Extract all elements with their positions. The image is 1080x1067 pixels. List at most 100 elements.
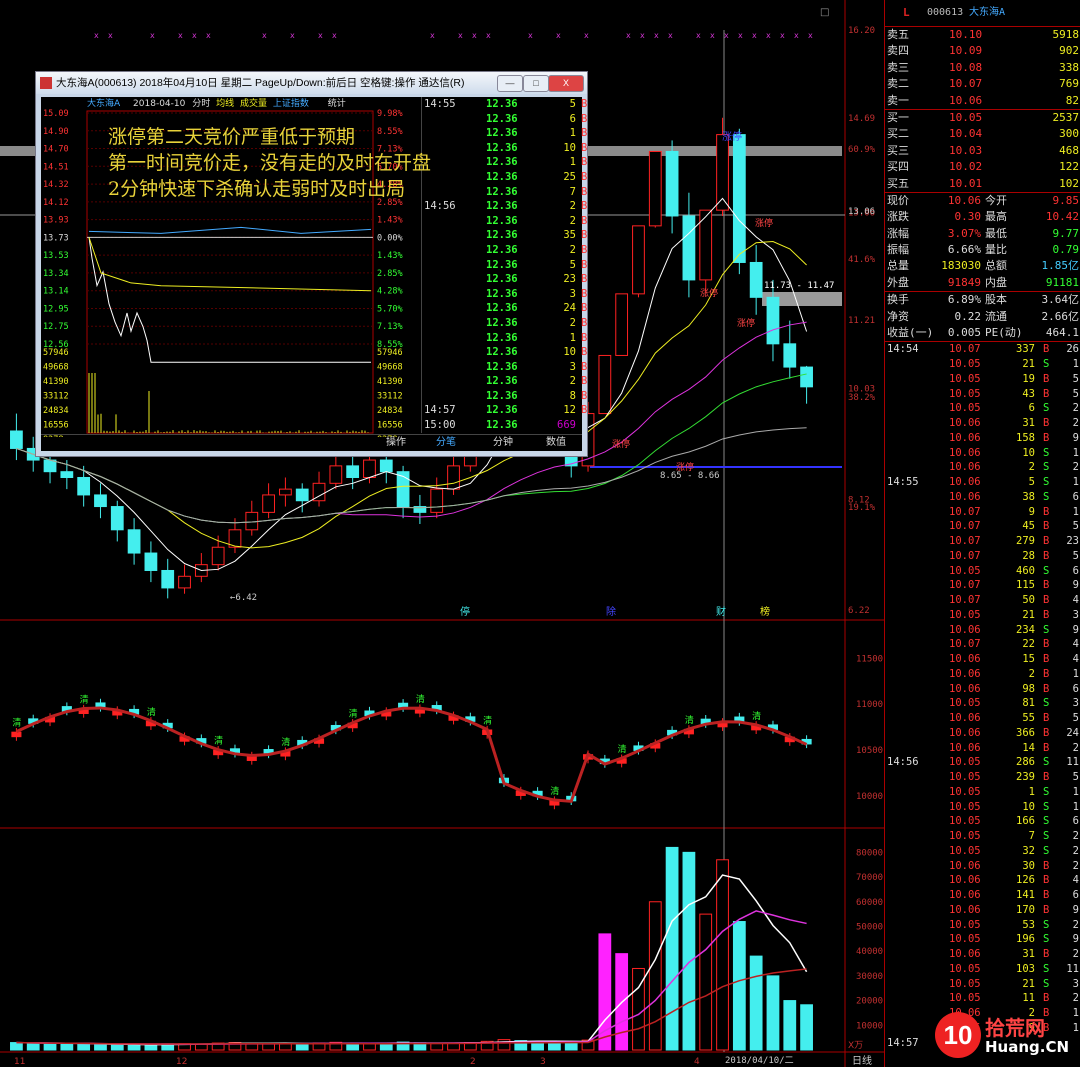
price-axis-label: 11.21 xyxy=(848,316,875,326)
stock-code: 000613 xyxy=(927,0,963,26)
trade-price: 12.36 xyxy=(486,331,518,346)
mini-pct-label: 7.13% xyxy=(377,322,403,332)
tick-count: 9 xyxy=(1073,431,1079,446)
tick-price: 10.05 xyxy=(949,829,981,844)
mini-price-label: 14.32 xyxy=(43,180,69,190)
trade-price: 12.36 xyxy=(486,170,518,185)
ask-label: 卖二 xyxy=(887,76,909,92)
menu-volume[interactable]: 成交量 xyxy=(240,99,267,109)
tick-row: 10.06 98 B 6 xyxy=(885,682,1080,697)
trade-row: 12.36 6 B xyxy=(422,112,583,127)
candle-body xyxy=(448,466,460,489)
trade-side: B xyxy=(581,345,587,360)
event-tag: 财 xyxy=(716,605,726,618)
tick-side: S xyxy=(1043,844,1049,859)
maximize-button[interactable]: □ xyxy=(523,75,549,92)
tick-row: 10.05 239 B 5 xyxy=(885,770,1080,785)
minimize-button[interactable]: — xyxy=(497,75,523,92)
tab-minute[interactable]: 分钟 xyxy=(493,435,513,451)
tick-side: S xyxy=(1043,814,1049,829)
bid-row: 买一 10.05 2537 xyxy=(885,110,1080,126)
marker-glyph: x xyxy=(626,31,631,40)
tab-fenbi[interactable]: 分笔 xyxy=(436,435,456,451)
ratio-axis-label: 41.6% xyxy=(848,255,876,265)
watermark-cn: 拾荒网 xyxy=(985,1012,1045,1041)
marker-glyph: x xyxy=(318,31,323,40)
tick-side: S xyxy=(1043,460,1049,475)
mini-vol-label: 57946 xyxy=(43,348,69,358)
volume-bar xyxy=(44,1044,56,1050)
trade-row: 12.36 2 B xyxy=(422,316,583,331)
stat-row: 振幅 6.66% 量比 0.79 xyxy=(885,242,1080,258)
tick-row: 10.05 166 S 6 xyxy=(885,814,1080,829)
mini-vol-label: 24834 xyxy=(377,406,403,416)
volume-bar xyxy=(263,1044,275,1050)
volume-bar xyxy=(733,922,745,1050)
ask-volume: 902 xyxy=(1059,43,1079,59)
tick-side: S xyxy=(1043,977,1049,992)
volume-bar xyxy=(380,1044,392,1050)
tick-side: B xyxy=(1043,549,1049,564)
menu-stats[interactable]: 统计 xyxy=(328,99,346,109)
tick-time: 14:55 xyxy=(887,475,919,490)
stat-key: 振幅 xyxy=(887,242,909,258)
tick-row: 10.06 14 B 2 xyxy=(885,741,1080,756)
trade-side: B xyxy=(581,287,587,302)
trade-volume: 3 xyxy=(540,287,576,302)
tick-side: B xyxy=(1043,667,1049,682)
menu-index[interactable]: 上证指数 xyxy=(273,99,309,109)
tick-volume: 9 xyxy=(995,505,1035,520)
tick-price: 10.06 xyxy=(949,711,981,726)
menu-junxian[interactable]: 均线 xyxy=(216,99,234,109)
trade-row: 12.36 2 B xyxy=(422,243,583,258)
tick-count: 2 xyxy=(1073,859,1079,874)
tick-price: 10.05 xyxy=(949,770,981,785)
quote-header: L 000613 大东海A xyxy=(885,0,1080,27)
tab-values[interactable]: 数值 xyxy=(546,435,566,451)
tick-volume: 234 xyxy=(995,623,1035,638)
tick-count: 6 xyxy=(1073,490,1079,505)
tick-price: 10.05 xyxy=(949,755,981,770)
tick-price: 10.06 xyxy=(949,682,981,697)
tick-count: 9 xyxy=(1073,932,1079,947)
tick-count: 1 xyxy=(1073,785,1079,800)
candle-body xyxy=(179,576,191,588)
candle-body xyxy=(263,495,275,512)
tick-count: 9 xyxy=(1073,623,1079,638)
annotation-line: 第一时间竞价走，没有走的及时在开盘 xyxy=(108,150,431,176)
tab-operate[interactable]: 操作 xyxy=(386,435,406,451)
tick-count: 1 xyxy=(1073,800,1079,815)
tick-side: B xyxy=(1043,741,1049,756)
tick-count: 1 xyxy=(1073,667,1079,682)
trade-volume: 8 xyxy=(540,389,576,404)
close-button[interactable]: X xyxy=(548,75,584,92)
tick-price: 10.05 xyxy=(949,918,981,933)
stock-name[interactable]: 大东海A xyxy=(969,0,1005,26)
stat-value: 0.79 xyxy=(1053,242,1080,258)
tick-row: 10.07 22 B 4 xyxy=(885,637,1080,652)
popup-titlebar[interactable]: 大东海A(000613) 2018年04月10日 星期二 PageUp/Down… xyxy=(36,72,587,94)
tick-price: 10.06 xyxy=(949,416,981,431)
trade-row: 14:55 12.36 5 B xyxy=(422,97,583,112)
tick-count: 5 xyxy=(1073,372,1079,387)
crosshair-price-label: 13.06 xyxy=(848,207,875,217)
month-label: 3 xyxy=(540,1057,546,1067)
menu-fenshi[interactable]: 分时 xyxy=(192,99,210,109)
trade-side: B xyxy=(581,141,587,156)
bid-price: 10.01 xyxy=(949,176,982,192)
tick-side: S xyxy=(1043,401,1049,416)
tick-time: 14:56 xyxy=(887,755,919,770)
trade-price: 12.36 xyxy=(486,214,518,229)
tick-count: 2 xyxy=(1073,741,1079,756)
tick-price: 10.06 xyxy=(949,859,981,874)
trade-side: B xyxy=(581,199,587,214)
marker-glyph: x xyxy=(668,31,673,40)
tick-row: 10.07 45 B 5 xyxy=(885,519,1080,534)
tick-count: 6 xyxy=(1073,682,1079,697)
tick-volume: 50 xyxy=(995,593,1035,608)
tick-price: 10.06 xyxy=(949,623,981,638)
popup-date: 2018-04-10 xyxy=(133,99,185,109)
tick-count: 6 xyxy=(1073,888,1079,903)
trade-list: 14:55 12.36 5 B 12.36 6 B 12.36 1 B 12.36 10 B 12.36 1… xyxy=(421,97,583,433)
candle-body xyxy=(649,151,661,225)
